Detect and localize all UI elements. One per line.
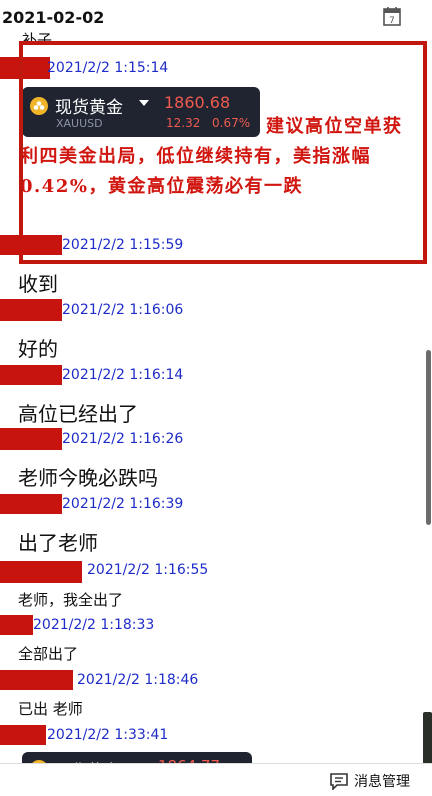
message-icon — [330, 772, 348, 790]
svg-text:7: 7 — [389, 16, 395, 26]
header: 2021-02-02 7 — [0, 0, 432, 32]
message-timestamp: 2021/2/2 1:16:26 — [62, 431, 184, 447]
redacted-sender — [0, 670, 73, 690]
message-text: 好的 — [18, 337, 58, 361]
redacted-sender — [0, 561, 82, 583]
footer-bar: 消息管理 — [0, 763, 432, 796]
redacted-sender — [0, 365, 62, 385]
redacted-sender — [0, 494, 62, 514]
message-text: 全部出了 — [18, 645, 79, 663]
redacted-sender — [0, 725, 46, 745]
redacted-sender — [0, 428, 62, 450]
message-text: 已出 老师 — [18, 700, 83, 718]
message-text: 高位已经出了 — [18, 402, 138, 426]
message-timestamp: 2021/2/2 1:33:41 — [47, 727, 169, 743]
message-timestamp: 2021/2/2 1:16:06 — [62, 302, 184, 318]
message-timestamp: 2021/2/2 1:16:39 — [62, 496, 184, 512]
calendar-icon[interactable]: 7 — [383, 6, 401, 26]
highlight-frame — [19, 41, 427, 264]
message-manage-button[interactable]: 消息管理 — [330, 770, 410, 792]
message-text: 出了老师 — [18, 531, 98, 555]
scrollbar-thumb[interactable] — [426, 350, 431, 525]
message-text: 收到 — [18, 272, 58, 296]
redacted-sender — [0, 299, 62, 321]
redacted-sender — [0, 615, 33, 635]
message-timestamp: 2021/2/2 1:15:59 — [62, 237, 184, 253]
message-timestamp: 2021/2/2 1:16:14 — [62, 367, 184, 383]
message-text: 老师今晚必跌吗 — [18, 466, 158, 490]
message-timestamp: 2021/2/2 1:16:55 — [87, 562, 209, 578]
date-title: 2021-02-02 — [2, 8, 105, 27]
message-manage-label: 消息管理 — [354, 774, 410, 790]
redacted-sender — [0, 235, 62, 255]
message-timestamp: 2021/2/2 1:18:33 — [33, 617, 155, 633]
message-timestamp: 2021/2/2 1:18:46 — [77, 672, 199, 688]
message-text: 老师，我全出了 — [18, 591, 124, 609]
